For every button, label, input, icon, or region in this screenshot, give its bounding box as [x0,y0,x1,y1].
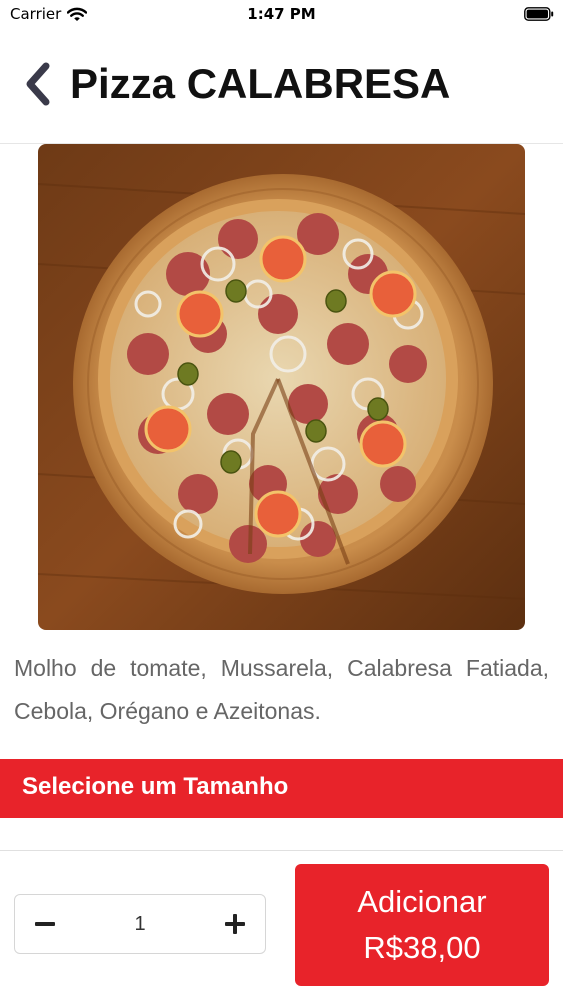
increment-button[interactable] [205,895,265,953]
nav-header: Pizza CALABRESA [0,32,563,144]
status-bar: Carrier 1:47 PM [0,0,563,32]
pizza-photo [38,144,525,630]
size-section-label: Selecione um Tamanho [22,773,289,800]
battery-icon [524,7,554,21]
add-to-cart-button[interactable]: Adicionar R$38,00 [295,864,549,986]
chevron-left-icon [26,62,50,106]
minus-icon [35,922,55,926]
size-section-header[interactable]: Selecione um Tamanho [0,759,563,818]
page-title: Pizza CALABRESA [70,60,451,107]
quantity-stepper: 1 [14,894,266,954]
divider [0,850,563,851]
add-button-label: Adicionar [357,884,487,919]
status-time: 1:47 PM [247,5,316,23]
quantity-value: 1 [134,913,146,935]
decrement-button[interactable] [15,895,75,953]
back-button[interactable] [22,60,58,108]
plus-icon [225,914,245,934]
add-button-price: R$38,00 [363,930,481,965]
product-description: Molho de tomate, Mussarela, Calabresa Fa… [14,655,549,724]
